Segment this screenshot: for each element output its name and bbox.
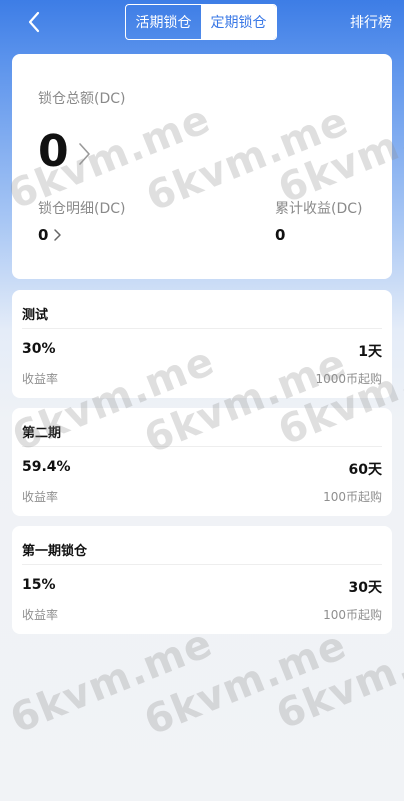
total-locked-link[interactable]: 0 (38, 126, 93, 178)
product-days: 1天 (358, 344, 382, 360)
tab-current-lock[interactable]: 活期锁仓 (126, 5, 201, 39)
product-card[interactable]: 测试 30% 1天 收益率 1000币起购 (12, 290, 392, 398)
page: 活期锁仓 定期锁仓 排行榜 锁仓总额(DC) 0 锁仓明细(DC) 0 累计收益… (0, 0, 404, 801)
product-rate: 59.4% (22, 459, 71, 475)
lock-detail-value: 0 (38, 226, 49, 244)
ranking-link[interactable]: 排行榜 (350, 12, 392, 32)
product-rate-label: 收益率 (22, 490, 59, 504)
product-card[interactable]: 第二期 59.4% 60天 收益率 100币起购 (12, 408, 392, 516)
back-button[interactable] (22, 8, 48, 36)
product-days: 60天 (348, 462, 382, 478)
chevron-right-icon (54, 229, 62, 241)
total-income-label: 累计收益(DC) (275, 201, 363, 217)
product-title: 测试 (22, 308, 49, 323)
lock-detail-label: 锁仓明细(DC) (38, 201, 126, 217)
header: 活期锁仓 定期锁仓 排行榜 (0, 0, 404, 44)
product-rate: 30% (22, 341, 56, 357)
product-days: 30天 (348, 580, 382, 596)
product-title: 第一期锁仓 (22, 544, 88, 559)
product-rate-label: 收益率 (22, 372, 59, 386)
product-card[interactable]: 第一期锁仓 15% 30天 收益率 100币起购 (12, 526, 392, 634)
summary-card: 锁仓总额(DC) 0 锁仓明细(DC) 0 累计收益(DC) 0 (12, 54, 392, 279)
product-title: 第二期 (22, 426, 62, 441)
tab-fixed-lock[interactable]: 定期锁仓 (201, 5, 276, 39)
total-locked-value: 0 (38, 126, 69, 177)
product-rate-label: 收益率 (22, 608, 59, 622)
chevron-right-icon (78, 143, 90, 165)
lock-detail-link[interactable]: 0 (38, 226, 62, 244)
chevron-left-icon (28, 11, 40, 33)
divider (22, 446, 382, 447)
total-locked-label: 锁仓总额(DC) (38, 91, 126, 107)
watermark: 6kvm.me (138, 622, 353, 745)
lock-type-tabs: 活期锁仓 定期锁仓 (125, 4, 277, 40)
product-rate: 15% (22, 577, 56, 593)
divider (22, 328, 382, 329)
product-min-purchase: 1000币起购 (315, 372, 382, 386)
watermark: 6kvm.me (270, 616, 404, 739)
total-income-value: 0 (275, 226, 286, 244)
product-min-purchase: 100币起购 (323, 608, 382, 622)
product-min-purchase: 100币起购 (323, 490, 382, 504)
watermark: 6kvm.me (4, 620, 219, 743)
divider (22, 564, 382, 565)
